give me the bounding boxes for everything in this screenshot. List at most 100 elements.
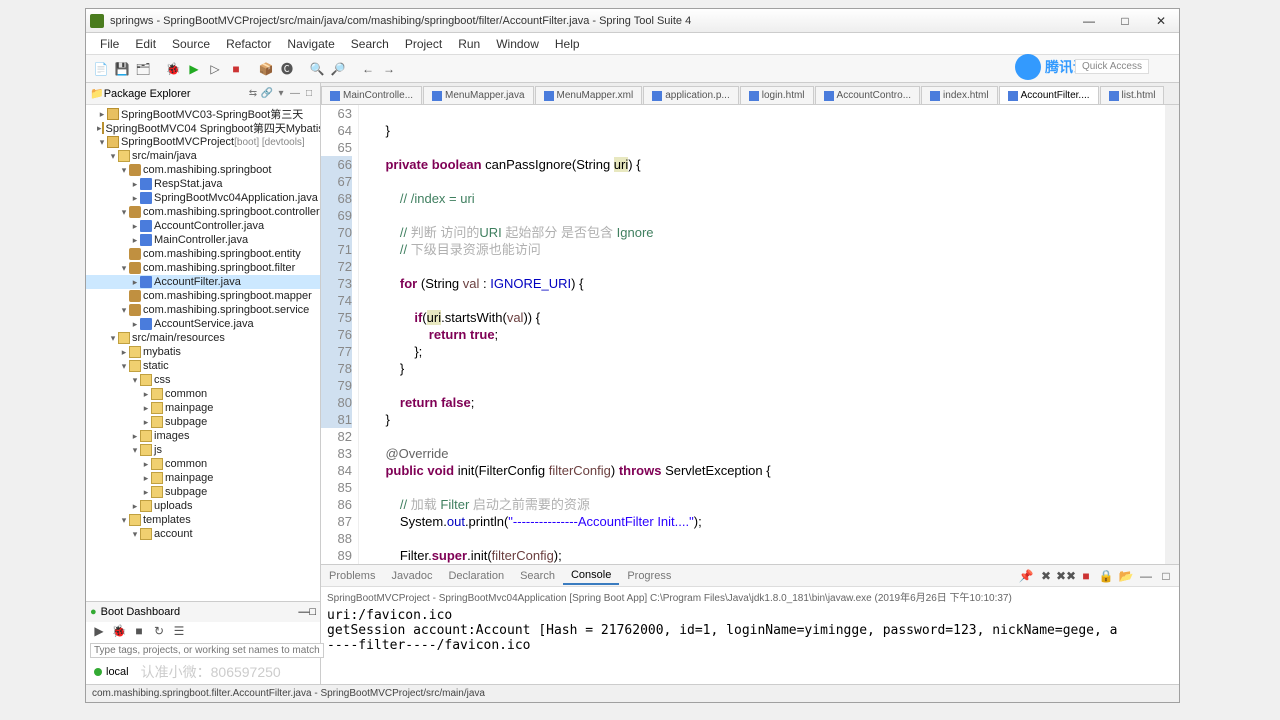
console-remove-all-icon[interactable]: ✖✖ bbox=[1057, 567, 1075, 585]
tree-item[interactable]: ▸SpringBootMVC03-SpringBoot第三天 bbox=[86, 107, 320, 121]
new-class-icon[interactable]: 🅒 bbox=[278, 60, 296, 78]
tree-item[interactable]: ▸SpringBootMvc04Application.java bbox=[86, 191, 320, 205]
editor-scrollbar[interactable] bbox=[1165, 105, 1179, 564]
bottom-tab-console[interactable]: Console bbox=[563, 567, 619, 585]
tree-item[interactable]: ▸AccountService.java bbox=[86, 317, 320, 331]
tree-item[interactable]: ▾templates bbox=[86, 513, 320, 527]
console-open-icon[interactable]: 📂 bbox=[1117, 567, 1135, 585]
tree-item[interactable]: ▸MainController.java bbox=[86, 233, 320, 247]
tree-item[interactable]: ▾css bbox=[86, 373, 320, 387]
stop-icon[interactable]: ■ bbox=[227, 60, 245, 78]
debug-icon[interactable]: 🐞 bbox=[164, 60, 182, 78]
editor-tab[interactable]: MainControlle... bbox=[321, 86, 422, 104]
editor-tab[interactable]: AccountFilter.... bbox=[999, 86, 1099, 104]
boot-filter-icon[interactable]: ☰ bbox=[170, 622, 188, 640]
menu-file[interactable]: File bbox=[92, 35, 127, 53]
tree-item[interactable]: ▾com.mashibing.springboot.controller bbox=[86, 205, 320, 219]
bottom-tab-progress[interactable]: Progress bbox=[619, 568, 679, 584]
tree-item[interactable]: ▸AccountController.java bbox=[86, 219, 320, 233]
menu-search[interactable]: Search bbox=[343, 35, 397, 53]
forward-icon[interactable]: → bbox=[380, 60, 398, 78]
tree-item[interactable]: ▸SpringBootMVC04 Springboot第四天Mybatis bbox=[86, 121, 320, 135]
quick-access[interactable]: Quick Access bbox=[1075, 59, 1149, 74]
tree-item[interactable]: ▾account bbox=[86, 527, 320, 541]
menu-navigate[interactable]: Navigate bbox=[279, 35, 342, 53]
code-editor[interactable]: 6364656667686970717273747576777879808182… bbox=[321, 105, 1179, 564]
tree-item[interactable]: ▾src/main/java bbox=[86, 149, 320, 163]
editor-tab[interactable]: list.html bbox=[1100, 86, 1165, 104]
tree-item[interactable]: ▸common bbox=[86, 457, 320, 471]
save-all-icon[interactable]: 🗂 bbox=[134, 60, 152, 78]
tree-item[interactable]: ▸common bbox=[86, 387, 320, 401]
bottom-tab-search[interactable]: Search bbox=[512, 568, 563, 584]
editor-tab[interactable]: MenuMapper.xml bbox=[535, 86, 643, 104]
console-max-icon[interactable]: □ bbox=[1157, 567, 1175, 585]
console-pin-icon[interactable]: 📌 bbox=[1017, 567, 1035, 585]
console-clear-icon[interactable]: ✖ bbox=[1037, 567, 1055, 585]
new-icon[interactable]: 📄 bbox=[92, 60, 110, 78]
editor-tab[interactable]: login.html bbox=[740, 86, 814, 104]
boot-debug-icon[interactable]: 🐞 bbox=[110, 622, 128, 640]
boot-filter-input[interactable] bbox=[90, 643, 324, 658]
tree-item[interactable]: ▾src/main/resources bbox=[86, 331, 320, 345]
boot-stop-icon[interactable]: ■ bbox=[130, 622, 148, 640]
open-type-icon[interactable]: 🔍 bbox=[308, 60, 326, 78]
tree-item[interactable]: com.mashibing.springboot.mapper bbox=[86, 289, 320, 303]
close-button[interactable]: ✕ bbox=[1147, 12, 1175, 30]
code-area[interactable]: } private boolean canPassIgnore(String u… bbox=[359, 105, 1165, 564]
maximize-button[interactable]: □ bbox=[1111, 12, 1139, 30]
tree-item[interactable]: ▸mybatis bbox=[86, 345, 320, 359]
editor-tab[interactable]: MenuMapper.java bbox=[423, 86, 534, 104]
console-min-icon[interactable]: — bbox=[1137, 567, 1155, 585]
tree-item[interactable]: ▸AccountFilter.java bbox=[86, 275, 320, 289]
minimize-view-icon[interactable]: — bbox=[288, 87, 302, 101]
tree-item[interactable]: ▸uploads bbox=[86, 499, 320, 513]
menu-help[interactable]: Help bbox=[547, 35, 588, 53]
tree-item[interactable]: com.mashibing.springboot.entity bbox=[86, 247, 320, 261]
console-output[interactable]: uri:/favicon.ico getSession account:Acco… bbox=[321, 606, 1179, 684]
tree-item[interactable]: ▾com.mashibing.springboot bbox=[86, 163, 320, 177]
tree-item[interactable]: ▾static bbox=[86, 359, 320, 373]
tree-item[interactable]: ▾js bbox=[86, 443, 320, 457]
boot-run-icon[interactable]: ▶ bbox=[90, 622, 108, 640]
menu-refactor[interactable]: Refactor bbox=[218, 35, 279, 53]
bottom-tab-javadoc[interactable]: Javadoc bbox=[383, 568, 440, 584]
run-icon[interactable]: ▶ bbox=[185, 60, 203, 78]
boot-local-entry[interactable]: local 认准小微：806597250 bbox=[86, 660, 320, 684]
view-menu-icon[interactable]: ▾ bbox=[274, 87, 288, 101]
minimize-button[interactable]: — bbox=[1075, 12, 1103, 30]
menu-edit[interactable]: Edit bbox=[127, 35, 164, 53]
collapse-all-icon[interactable]: ⇆ bbox=[246, 87, 260, 101]
tree-item[interactable]: ▸mainpage bbox=[86, 401, 320, 415]
run-last-icon[interactable]: ▷ bbox=[206, 60, 224, 78]
tree-item[interactable]: ▾com.mashibing.springboot.service bbox=[86, 303, 320, 317]
search-icon[interactable]: 🔎 bbox=[329, 60, 347, 78]
package-tree[interactable]: ▸SpringBootMVC03-SpringBoot第三天▸SpringBoo… bbox=[86, 105, 320, 601]
boot-refresh-icon[interactable]: ↻ bbox=[150, 622, 168, 640]
menu-project[interactable]: Project bbox=[397, 35, 450, 53]
bottom-tab-declaration[interactable]: Declaration bbox=[440, 568, 512, 584]
menu-run[interactable]: Run bbox=[450, 35, 488, 53]
tree-item[interactable]: ▸subpage bbox=[86, 485, 320, 499]
tree-item[interactable]: ▸mainpage bbox=[86, 471, 320, 485]
link-editor-icon[interactable]: 🔗 bbox=[260, 87, 274, 101]
boot-dash-min-icon[interactable]: — bbox=[298, 606, 309, 618]
tree-item[interactable]: ▸RespStat.java bbox=[86, 177, 320, 191]
save-icon[interactable]: 💾 bbox=[113, 60, 131, 78]
menu-window[interactable]: Window bbox=[488, 35, 547, 53]
editor-tab[interactable]: AccountContro... bbox=[815, 86, 920, 104]
editor-tab[interactable]: index.html bbox=[921, 86, 998, 104]
bottom-tab-problems[interactable]: Problems bbox=[321, 568, 383, 584]
tree-item[interactable]: ▾com.mashibing.springboot.filter bbox=[86, 261, 320, 275]
console-lock-icon[interactable]: 🔒 bbox=[1097, 567, 1115, 585]
maximize-view-icon[interactable]: □ bbox=[302, 87, 316, 101]
new-pkg-icon[interactable]: 📦 bbox=[257, 60, 275, 78]
back-icon[interactable]: ← bbox=[359, 60, 377, 78]
tree-item[interactable]: ▸images bbox=[86, 429, 320, 443]
tree-item[interactable]: ▾SpringBootMVCProject [boot] [devtools] bbox=[86, 135, 320, 149]
tree-item[interactable]: ▸subpage bbox=[86, 415, 320, 429]
editor-tab[interactable]: application.p... bbox=[643, 86, 739, 104]
menu-source[interactable]: Source bbox=[164, 35, 218, 53]
console-stop-icon[interactable]: ■ bbox=[1077, 567, 1095, 585]
boot-dash-max-icon[interactable]: □ bbox=[309, 606, 316, 618]
